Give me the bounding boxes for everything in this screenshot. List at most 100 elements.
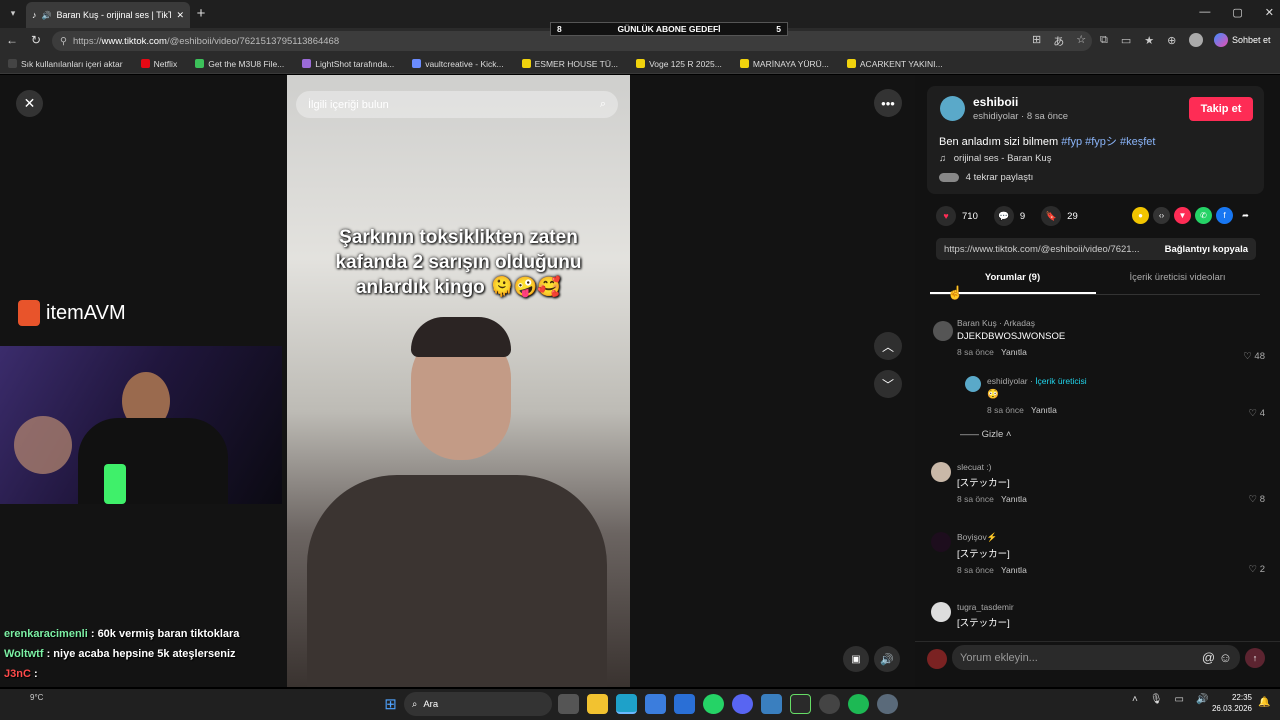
hide-replies-button[interactable]: —— Gizle ˄ [960,429,1011,440]
send-icon[interactable]: ▼ [1174,207,1191,224]
bookmark-item[interactable]: Netflix [140,59,177,69]
music-link[interactable]: ♫ orijinal ses - Baran Kuş [939,153,1051,164]
share-arrow-icon[interactable]: ➦ [1237,207,1254,224]
more-options-button[interactable]: ••• [874,89,902,117]
app-icon[interactable]: ⊞ [1032,33,1041,49]
send-comment-button[interactable]: ↑ [1245,648,1265,668]
bookmark-item[interactable]: ESMER HOUSE TÜ... [521,59,618,69]
mail-icon[interactable] [674,694,695,714]
chat-username[interactable]: J3nC [4,668,31,680]
translate-icon[interactable]: あ [1053,33,1064,49]
tray-chevron-icon[interactable]: ˄ [1132,694,1138,705]
close-video-button[interactable]: ✕ [16,90,43,117]
file-explorer-icon[interactable] [587,694,608,714]
coin-icon[interactable]: ● [1132,207,1149,224]
bookmark-item[interactable]: vaultcreative - Kick... [412,59,504,69]
clock[interactable]: 22:35 26.03.2026 [1210,692,1252,714]
comment-input[interactable]: Yorum ekleyin... @ ☺ [952,645,1240,670]
site-info-icon[interactable]: ⚲ [60,36,67,47]
tab-actions-icon[interactable]: ▾ [6,6,20,20]
commenter-name[interactable]: eshidiyolar · İçerik üreticisi [987,376,1265,386]
commenter-name[interactable]: Baran Kuş · Arkadaş [957,318,1265,328]
commenter-avatar[interactable] [933,321,953,341]
store-icon[interactable] [645,694,666,714]
bookmark-item[interactable]: MARİNAYA YÜRÜ... [739,59,829,69]
vpn-icon[interactable] [761,694,782,714]
author-avatar[interactable] [940,96,965,121]
save-stat[interactable]: 🔖 29 [1041,206,1078,226]
reply-button[interactable]: Yanıtla [1001,347,1027,357]
favorite-star-icon[interactable]: ☆ [1076,33,1086,49]
windows-start-icon[interactable]: ⊞ [380,694,401,714]
maximize-icon[interactable]: ▢ [1232,6,1242,19]
mention-icon[interactable]: @ [1202,650,1215,665]
comment-like[interactable]: ♡ 4 [1249,408,1265,419]
github-icon[interactable] [819,694,840,714]
chat-username[interactable]: erenkaracimenli [4,628,88,640]
task-view-icon[interactable] [558,694,579,714]
xbox-icon[interactable] [790,694,811,714]
browser-tab[interactable]: ♪ 🔊 Baran Kuş - orijinal ses | TikTok ✕ [26,2,190,28]
my-avatar[interactable] [927,649,947,669]
edge-icon[interactable] [616,694,637,714]
commenter-avatar[interactable] [931,602,951,622]
commenter-name[interactable]: slecuat :) [957,462,1265,472]
spotify-icon[interactable] [848,694,869,714]
bookmark-item[interactable]: ACARKENT YAKINI... [846,59,943,69]
mic-icon[interactable]: 🎙 [1150,694,1163,705]
comment-stat[interactable]: 💬 9 [993,206,1025,226]
search-icon[interactable]: ⌕ [600,98,606,111]
settings-gear-icon[interactable] [877,694,898,714]
split-icon[interactable]: ▭ [1121,34,1131,47]
comment-like[interactable]: ♡ 2 [1249,564,1265,575]
previous-video-button[interactable]: ︿ [874,332,902,360]
commenter-avatar[interactable] [931,532,951,552]
volume-button[interactable]: 🔊 [874,646,900,672]
reply-button[interactable]: Yanıtla [1001,565,1027,575]
like-stat[interactable]: ♥ 710 [936,206,978,226]
taskbar-search[interactable]: ⌕ Ara [404,692,552,716]
discord-icon[interactable] [732,694,753,714]
bookmark-item[interactable]: Get the M3U8 File... [195,59,284,69]
picture-in-picture-button[interactable]: ▣ [843,646,869,672]
commenter-name[interactable]: tugra_tasdemir [957,602,1265,612]
author-username[interactable]: eshiboii [973,95,1018,109]
minimize-icon[interactable]: — [1199,6,1210,19]
embed-icon[interactable]: ‹› [1153,207,1170,224]
facebook-icon[interactable]: f [1216,207,1233,224]
profile-avatar[interactable] [1189,33,1204,47]
tab-creator-videos[interactable]: İçerik üreticisi videoları [1095,272,1260,294]
bookmark-item[interactable]: Voge 125 R 2025... [636,59,722,69]
commenter-avatar[interactable] [931,462,951,482]
volume-icon[interactable]: 🔊 [1196,694,1208,705]
weather-widget[interactable]: 9°C [30,693,43,702]
copy-link-button[interactable]: Bağlantıyı kopyala [1165,244,1248,255]
refresh-icon[interactable]: ↻ [31,33,41,47]
commenter-name[interactable]: Boyişov⚡ [957,532,1265,543]
bookmark-item[interactable]: LightShot tarafında... [302,59,394,69]
network-icon[interactable]: ▭ [1175,694,1184,705]
follow-button[interactable]: Takip et [1189,97,1253,121]
whatsapp-icon[interactable] [703,694,724,714]
reposts-info[interactable]: 4 tekrar paylaştı [939,172,1033,183]
reply-button[interactable]: Yanıtla [1001,494,1027,504]
new-tab-button[interactable]: + [194,5,208,22]
audio-icon[interactable]: 🔊 [42,11,52,20]
related-search-input[interactable]: İlgili içeriği bulun ⌕ [296,91,618,118]
hashtags[interactable]: #fyp #fypシ #keşfet [1061,136,1155,148]
bookmark-item[interactable]: Sık kullanılanları içeri aktar [8,59,123,69]
comment-like[interactable]: ♡ 48 [1243,351,1265,362]
collections-icon[interactable]: ⊕ [1167,34,1176,47]
whatsapp-icon[interactable]: ✆ [1195,207,1212,224]
video-player[interactable] [287,75,630,687]
tab-close-icon[interactable]: ✕ [176,10,184,21]
chat-username[interactable]: Woltwtf [4,648,44,660]
video-link[interactable]: https://www.tiktok.com/@eshiboii/video/7… [944,244,1140,255]
extensions-icon[interactable]: ⧉ [1100,34,1108,47]
back-icon[interactable]: ← [6,33,18,47]
comment-like[interactable]: ♡ 8 [1249,494,1265,505]
window-close-icon[interactable]: ✕ [1265,6,1274,19]
favorites-icon[interactable]: ★ [1144,34,1154,47]
copilot-button[interactable]: Sohbet et [1214,31,1271,49]
reply-button[interactable]: Yanıtla [1031,405,1057,415]
